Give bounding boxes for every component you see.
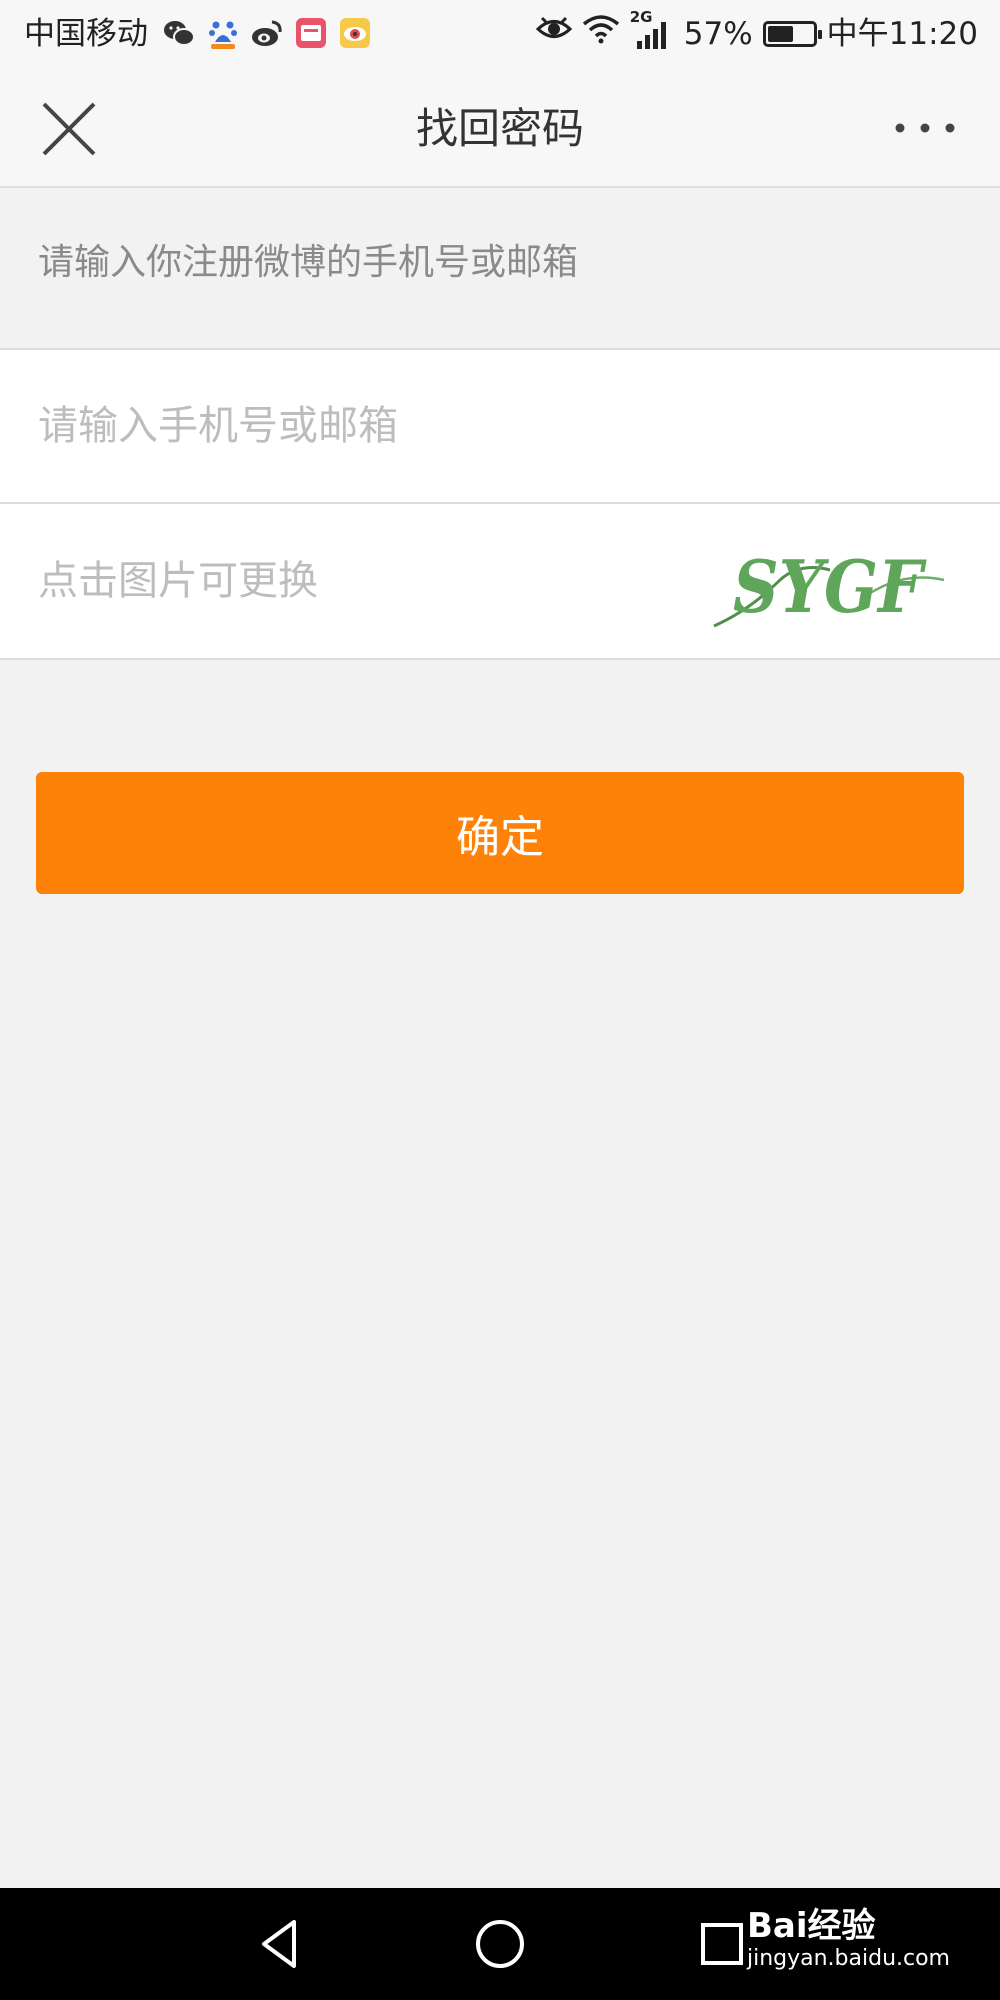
battery-level — [767, 26, 793, 42]
back-icon[interactable] — [250, 1914, 310, 1974]
status-right: 2G 57% 中午11:20 — [535, 9, 978, 54]
clock: 中午11:20 — [826, 16, 978, 52]
watermark-brand: Bai经验 — [746, 1906, 876, 1946]
battery-icon — [762, 21, 822, 47]
wifi-icon — [582, 14, 620, 54]
captcha-image[interactable]: SYGF — [710, 540, 948, 632]
carrier-name: 中国移动 — [24, 16, 148, 52]
eye-app-icon — [338, 16, 372, 50]
recovery-form: SYGF — [0, 348, 1000, 660]
home-icon[interactable] — [470, 1914, 530, 1974]
nav-bar: 找回密码 — [0, 70, 1000, 188]
baidu-jingyan-watermark: Bai经验 jingyan.baidu.com — [747, 1906, 950, 1972]
captcha-input[interactable] — [38, 504, 678, 658]
wechat-icon — [162, 16, 196, 50]
eye-comfort-icon — [535, 14, 572, 54]
watermark-url: jingyan.baidu.com — [746, 1946, 950, 1971]
baidu-icon — [206, 16, 240, 50]
page-title: 找回密码 — [415, 104, 584, 153]
more-menu-icon[interactable] — [890, 108, 960, 148]
instruction-hint: 请输入你注册微博的手机号或邮箱 — [38, 242, 579, 283]
signal-icon: 2G — [630, 9, 674, 51]
account-row — [0, 350, 1000, 502]
captcha-row: SYGF — [0, 502, 1000, 658]
system-nav-bar: Bai经验 jingyan.baidu.com — [0, 1888, 1000, 2000]
notification-icons — [162, 16, 372, 50]
account-input[interactable] — [38, 350, 678, 502]
shop-icon — [294, 16, 328, 50]
battery-percent: 57% — [683, 16, 753, 52]
captcha-text: SYGF — [733, 544, 927, 629]
recent-apps-icon[interactable] — [692, 1914, 752, 1974]
weibo-icon — [250, 16, 284, 50]
confirm-button[interactable]: 确定 — [36, 772, 964, 894]
status-bar: 中国移动 2G 57% 中午11:20 — [0, 0, 1000, 70]
